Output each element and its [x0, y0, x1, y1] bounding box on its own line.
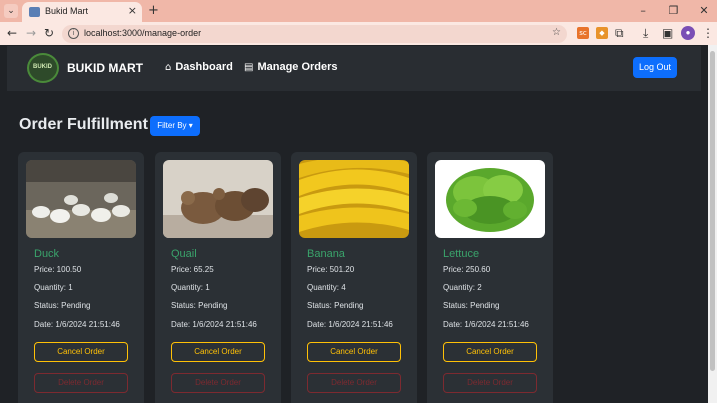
nav-link-label: Dashboard — [175, 61, 233, 73]
browser-toolbar: ← → ↻ i localhost:3000/manage-order ☆ sc… — [0, 22, 717, 45]
order-card: Lettuce Price: 250.60 Quantity: 2 Status… — [427, 152, 553, 403]
product-name: Banana — [307, 248, 345, 260]
cancel-order-button[interactable]: Cancel Order — [171, 342, 265, 362]
caret-down-icon: ▾ — [186, 121, 193, 130]
product-image-banana — [299, 160, 409, 238]
extensions-puzzle-icon[interactable]: ⧉ — [615, 26, 624, 41]
bookmark-star-icon[interactable]: ☆ — [552, 27, 561, 38]
restore-icon[interactable]: ❐ — [661, 0, 687, 22]
back-icon[interactable]: ← — [7, 26, 17, 40]
delete-order-button[interactable]: Delete Order — [443, 373, 537, 393]
product-name: Duck — [34, 248, 60, 260]
nav-link-dashboard[interactable]: ⌂ Dashboard — [165, 61, 233, 73]
order-status: Status: Pending — [34, 301, 91, 310]
logo-text: BUKID — [33, 64, 52, 70]
order-quantity: Quantity: 4 — [307, 283, 346, 292]
product-name: Lettuce — [443, 248, 480, 260]
address-bar[interactable]: i localhost:3000/manage-order ☆ — [62, 25, 567, 43]
browser-menu-icon[interactable]: ⋮ — [702, 26, 714, 40]
order-price: Price: 501.20 — [307, 265, 355, 274]
logout-button[interactable]: Log Out — [633, 57, 677, 78]
bukid-logo[interactable]: BUKID — [27, 53, 59, 83]
window-controls: – ❐ ✕ — [630, 0, 717, 22]
address-url[interactable]: localhost:3000/manage-order — [84, 28, 201, 38]
order-date: Date: 1/6/2024 21:51:46 — [171, 320, 257, 329]
site-info-icon[interactable]: i — [68, 28, 79, 39]
order-quantity: Quantity: 1 — [171, 283, 210, 292]
app-navbar: BUKID BUKID MART ⌂ Dashboard ▤ Manage Orde… — [7, 46, 701, 91]
order-price: Price: 100.50 — [34, 265, 82, 274]
order-status: Status: Pending — [171, 301, 228, 310]
order-date: Date: 1/6/2024 21:51:46 — [34, 320, 120, 329]
order-quantity: Quantity: 1 — [34, 283, 73, 292]
download-icon[interactable]: ⤓ — [643, 26, 648, 41]
new-tab-icon[interactable]: + — [148, 3, 159, 18]
page-title: Order Fulfillment — [19, 116, 148, 133]
order-date: Date: 1/6/2024 21:51:46 — [443, 320, 529, 329]
reload-icon[interactable]: ↻ — [44, 26, 54, 40]
order-card: Banana Price: 501.20 Quantity: 4 Status:… — [291, 152, 417, 403]
tab-title: Bukid Mart — [45, 6, 89, 16]
browser-tab-bar: ⌄ Bukid Mart × + – ❐ ✕ — [0, 0, 717, 22]
home-icon: ⌂ — [165, 62, 172, 73]
delete-order-button[interactable]: Delete Order — [34, 373, 128, 393]
list-icon: ▤ — [244, 62, 254, 73]
delete-order-button[interactable]: Delete Order — [171, 373, 265, 393]
favicon-icon — [29, 7, 40, 17]
minimize-icon[interactable]: – — [630, 0, 656, 22]
nav-link-label: Manage Orders — [257, 61, 338, 73]
tab-search-icon[interactable]: ⌄ — [4, 4, 18, 18]
scrollbar-thumb[interactable] — [710, 51, 715, 371]
forward-icon[interactable]: → — [26, 26, 36, 40]
nav-link-manage-orders[interactable]: ▤ Manage Orders — [244, 61, 338, 73]
order-status: Status: Pending — [443, 301, 500, 310]
product-image-duck — [26, 160, 136, 238]
product-image-lettuce — [435, 160, 545, 238]
order-date: Date: 1/6/2024 21:51:46 — [307, 320, 393, 329]
profile-avatar-icon[interactable]: ● — [681, 26, 695, 40]
order-card: Quail Price: 65.25 Quantity: 1 Status: P… — [155, 152, 281, 403]
brand-name[interactable]: BUKID MART — [67, 61, 143, 75]
page-scrollbar[interactable] — [708, 45, 717, 403]
tab-close-icon[interactable]: × — [128, 4, 137, 17]
filter-by-dropdown[interactable]: Filter By ▾ — [150, 116, 200, 136]
browser-tab[interactable]: Bukid Mart × — [22, 2, 142, 22]
order-quantity: Quantity: 2 — [443, 283, 482, 292]
sidepanel-icon[interactable]: ▣ — [662, 26, 673, 40]
product-image-quail — [163, 160, 273, 238]
order-status: Status: Pending — [307, 301, 364, 310]
filter-label: Filter By — [157, 121, 187, 130]
extension-icon[interactable]: sc — [577, 27, 589, 39]
product-name: Quail — [171, 248, 197, 260]
order-card: Duck Price: 100.50 Quantity: 1 Status: P… — [18, 152, 144, 403]
order-price: Price: 250.60 — [443, 265, 491, 274]
cancel-order-button[interactable]: Cancel Order — [307, 342, 401, 362]
cancel-order-button[interactable]: Cancel Order — [443, 342, 537, 362]
cancel-order-button[interactable]: Cancel Order — [34, 342, 128, 362]
window-close-icon[interactable]: ✕ — [691, 0, 717, 22]
extension-shield-icon[interactable]: ◆ — [596, 27, 608, 39]
delete-order-button[interactable]: Delete Order — [307, 373, 401, 393]
order-price: Price: 65.25 — [171, 265, 214, 274]
